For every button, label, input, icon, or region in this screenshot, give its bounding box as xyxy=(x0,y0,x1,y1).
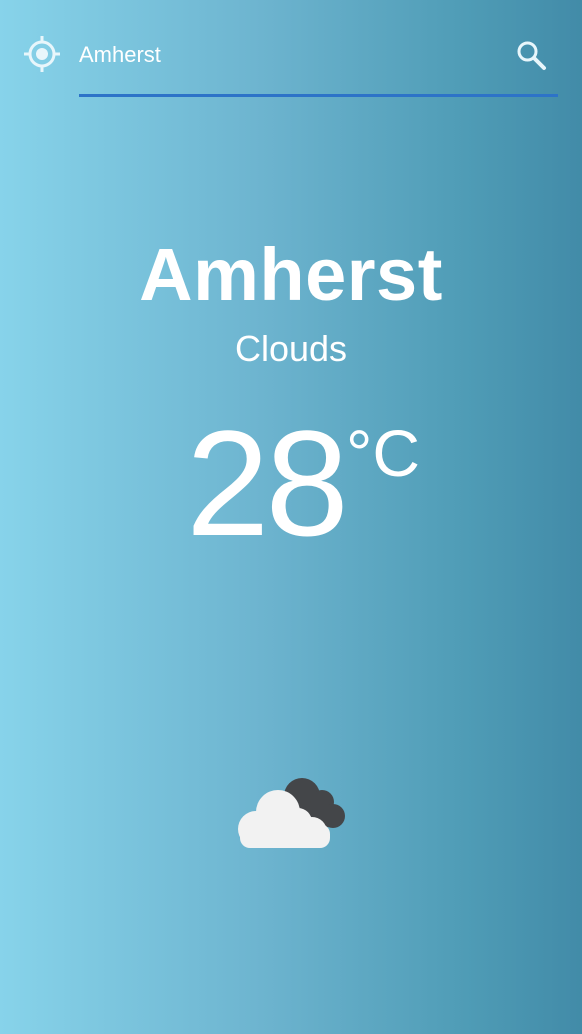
clouds-icon xyxy=(234,774,350,856)
crosshair-gps-icon xyxy=(24,36,60,72)
magnifier-search-icon xyxy=(517,41,546,70)
temperature-value: 28 xyxy=(186,399,349,567)
weather-condition: Clouds xyxy=(234,328,348,369)
city-name: Amherst xyxy=(139,233,443,316)
search-button[interactable] xyxy=(512,36,550,74)
temperature-unit: °C xyxy=(346,416,421,490)
locate-button[interactable] xyxy=(22,34,62,74)
search-bar xyxy=(79,28,558,98)
temperature-display: 28 °C xyxy=(0,408,582,568)
search-input[interactable] xyxy=(79,40,499,70)
search-underline xyxy=(79,94,558,97)
